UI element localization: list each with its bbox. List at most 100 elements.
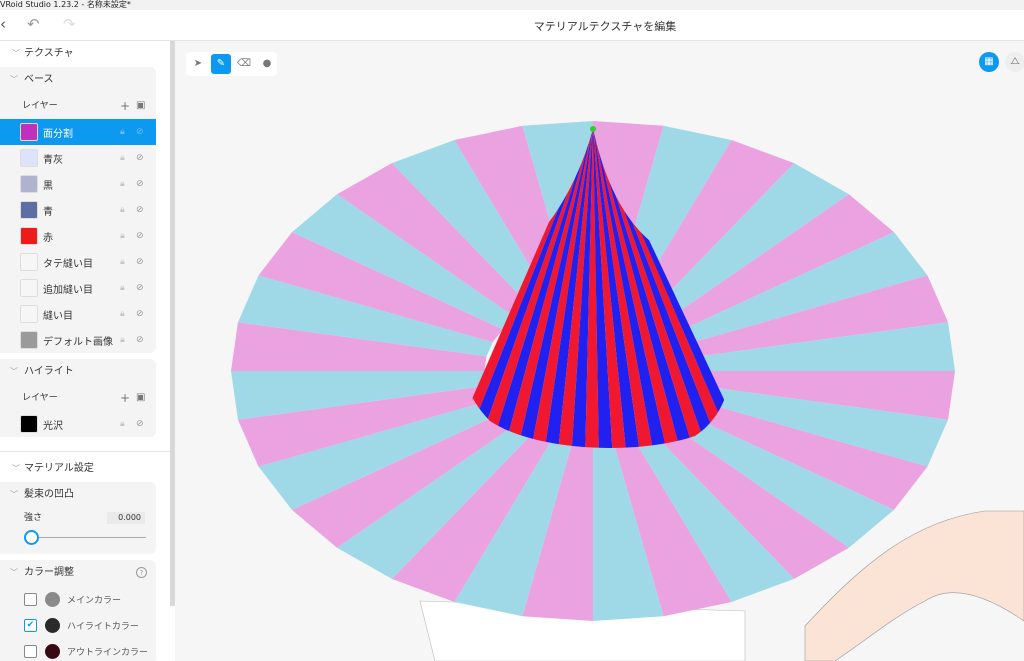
- color-adjust-item: メインカラー: [0, 586, 156, 612]
- strength-slider[interactable]: [24, 528, 146, 548]
- hat-model: [231, 121, 1024, 661]
- layer-name: 青: [43, 206, 53, 218]
- fill-tool-icon[interactable]: ●: [257, 54, 277, 74]
- hidden-eye-icon[interactable]: ⊘: [136, 419, 144, 429]
- section-title: マテリアル設定: [24, 463, 94, 474]
- layer-thumbnail: [20, 279, 38, 297]
- card-title: 髪束の凹凸: [24, 489, 74, 500]
- layers-label: レイヤー: [22, 101, 58, 111]
- color-adjust-item: アウトラインカラー: [0, 638, 156, 661]
- color-adjust-item: ✔ ハイライトカラー: [0, 612, 156, 638]
- color-adjust-card: ﹀ カラー調整? メインカラー ✔ ハイライトカラー アウトラインカラー: [0, 560, 156, 661]
- color-swatch[interactable]: [45, 617, 60, 633]
- add-layer-icon[interactable]: +: [120, 385, 130, 411]
- lock-icon[interactable]: 🔒︎: [120, 309, 125, 319]
- layer-thumbnail: [20, 331, 38, 349]
- layer-row[interactable]: 青灰 🔒︎ ⊘: [0, 145, 156, 171]
- chevron-down-icon: ﹀: [10, 75, 18, 84]
- color-swatch[interactable]: [45, 643, 60, 659]
- highlight-header[interactable]: ﹀ ハイライト: [0, 359, 156, 385]
- base-header[interactable]: ﹀ ベース: [0, 67, 156, 93]
- card-title: ベース: [24, 74, 54, 85]
- toolbar: ‹ ↶ ↷ マテリアルテクスチャを編集: [0, 10, 1024, 41]
- lock-icon[interactable]: 🔒︎: [120, 205, 125, 215]
- chevron-down-icon: ﹀: [10, 490, 18, 499]
- layer-thumbnail: [20, 253, 38, 271]
- 3d-viewport[interactable]: ➤ ✎ ⌫ ● ▦ ⧍: [175, 41, 1024, 661]
- hidden-eye-icon[interactable]: ⊘: [136, 257, 144, 267]
- layer-row[interactable]: 黒 🔒︎ ⊘: [0, 171, 156, 197]
- layer-thumbnail: [20, 305, 38, 323]
- hidden-eye-icon[interactable]: ⊘: [136, 205, 144, 215]
- hidden-eye-icon[interactable]: ⊘: [136, 309, 144, 319]
- checkbox[interactable]: [24, 644, 37, 658]
- layer-name: 追加縫い目: [43, 284, 93, 296]
- lock-icon[interactable]: 🔒︎: [120, 153, 125, 163]
- lock-icon[interactable]: 🔒︎: [120, 257, 125, 267]
- chevron-down-icon: ﹀: [12, 464, 20, 473]
- hidden-eye-icon[interactable]: ⊘: [136, 127, 144, 137]
- layer-thumbnail: [20, 227, 38, 245]
- chevron-down-icon: ﹀: [10, 367, 18, 376]
- mirror-icon[interactable]: ⧍: [1005, 52, 1024, 72]
- texture-section[interactable]: ﹀ テクスチャ: [0, 41, 170, 67]
- strength-label: 強さ: [24, 513, 43, 523]
- color-label: アウトラインカラー: [67, 647, 149, 658]
- lock-icon[interactable]: 🔒︎: [120, 283, 125, 293]
- layer-row[interactable]: デフォルト画像 🔒︎ ⊘: [0, 327, 156, 353]
- lock-icon[interactable]: 🔒︎: [120, 231, 125, 241]
- bump-header[interactable]: ﹀ 髪束の凹凸: [0, 482, 156, 508]
- checkbox[interactable]: [24, 592, 37, 606]
- color-swatch[interactable]: [45, 591, 60, 607]
- layer-name: タテ縫い目: [43, 258, 93, 270]
- hidden-eye-icon[interactable]: ⊘: [136, 335, 144, 345]
- lock-icon[interactable]: 🔒︎: [120, 335, 125, 345]
- layer-row[interactable]: 赤 🔒︎ ⊘: [0, 223, 156, 249]
- layer-row[interactable]: 追加縫い目 🔒︎ ⊘: [0, 275, 156, 301]
- chevron-down-icon: ﹀: [10, 568, 18, 577]
- layer-row[interactable]: 面分割 🔒︎ ⊘: [0, 119, 156, 145]
- layer-thumbnail: [20, 149, 38, 167]
- tool-palette: ➤ ✎ ⌫ ●: [186, 52, 277, 76]
- add-layer-icon[interactable]: +: [120, 93, 130, 119]
- hidden-eye-icon[interactable]: ⊘: [136, 283, 144, 293]
- layer-thumbnail: [20, 123, 38, 141]
- hidden-eye-icon[interactable]: ⊘: [136, 179, 144, 189]
- layer-name: 面分割: [43, 128, 73, 140]
- window-title: VRoid Studio 1.23.2 - 名称未設定*: [0, 0, 1024, 10]
- highlight-card: ﹀ ハイライト レイヤー + ▣ 光沢 🔒︎ ⊘: [0, 359, 156, 437]
- hidden-eye-icon[interactable]: ⊘: [136, 153, 144, 163]
- pen-tool-icon[interactable]: ✎: [211, 54, 231, 74]
- strength-value[interactable]: 0.000: [107, 512, 145, 524]
- material-section[interactable]: ﹀ マテリアル設定: [0, 456, 170, 482]
- layer-row[interactable]: タテ縫い目 🔒︎ ⊘: [0, 249, 156, 275]
- chevron-down-icon: ﹀: [12, 49, 20, 58]
- layer-name: 光沢: [43, 420, 63, 432]
- hidden-eye-icon[interactable]: ⊘: [136, 231, 144, 241]
- slider-knob[interactable]: [24, 530, 39, 545]
- card-title: カラー調整: [24, 567, 74, 578]
- checkbox[interactable]: ✔: [24, 618, 37, 632]
- lock-icon[interactable]: 🔒︎: [120, 179, 125, 189]
- texture-view-icon[interactable]: ▦: [979, 52, 999, 72]
- lock-icon[interactable]: 🔒︎: [120, 127, 125, 137]
- sidebar: ﹀ テクスチャ ﹀ ベース レイヤー + ▣ 面分割 🔒︎ ⊘ 青灰 🔒︎ ⊘ 黒 🔒︎ ⊘ 青 🔒︎ ⊘ 赤 🔒…: [0, 41, 170, 661]
- select-tool-icon[interactable]: ➤: [188, 54, 208, 74]
- layer-name: 縫い目: [43, 310, 73, 322]
- color-adjust-header[interactable]: ﹀ カラー調整?: [0, 560, 156, 586]
- color-label: ハイライトカラー: [67, 621, 139, 632]
- base-card: ﹀ ベース レイヤー + ▣ 面分割 🔒︎ ⊘ 青灰 🔒︎ ⊘ 黒 🔒︎ ⊘ 青 🔒︎ ⊘ 赤 🔒︎ ⊘ タテ縫い目…: [0, 67, 156, 353]
- color-label: メインカラー: [67, 595, 122, 606]
- lock-icon[interactable]: 🔒︎: [120, 419, 125, 429]
- layer-row[interactable]: 青 🔒︎ ⊘: [0, 197, 156, 223]
- card-title: ハイライト: [24, 366, 74, 377]
- add-image-icon[interactable]: ▣: [136, 93, 145, 119]
- layer-row[interactable]: 光沢 🔒︎ ⊘: [0, 411, 156, 437]
- eraser-tool-icon[interactable]: ⌫: [234, 54, 254, 74]
- add-image-icon[interactable]: ▣: [136, 385, 145, 411]
- layer-name: 黒: [43, 180, 53, 192]
- layer-row[interactable]: 縫い目 🔒︎ ⊘: [0, 301, 156, 327]
- layer-name: デフォルト画像: [43, 336, 113, 348]
- help-icon[interactable]: ?: [136, 567, 147, 578]
- section-title: テクスチャ: [24, 48, 74, 59]
